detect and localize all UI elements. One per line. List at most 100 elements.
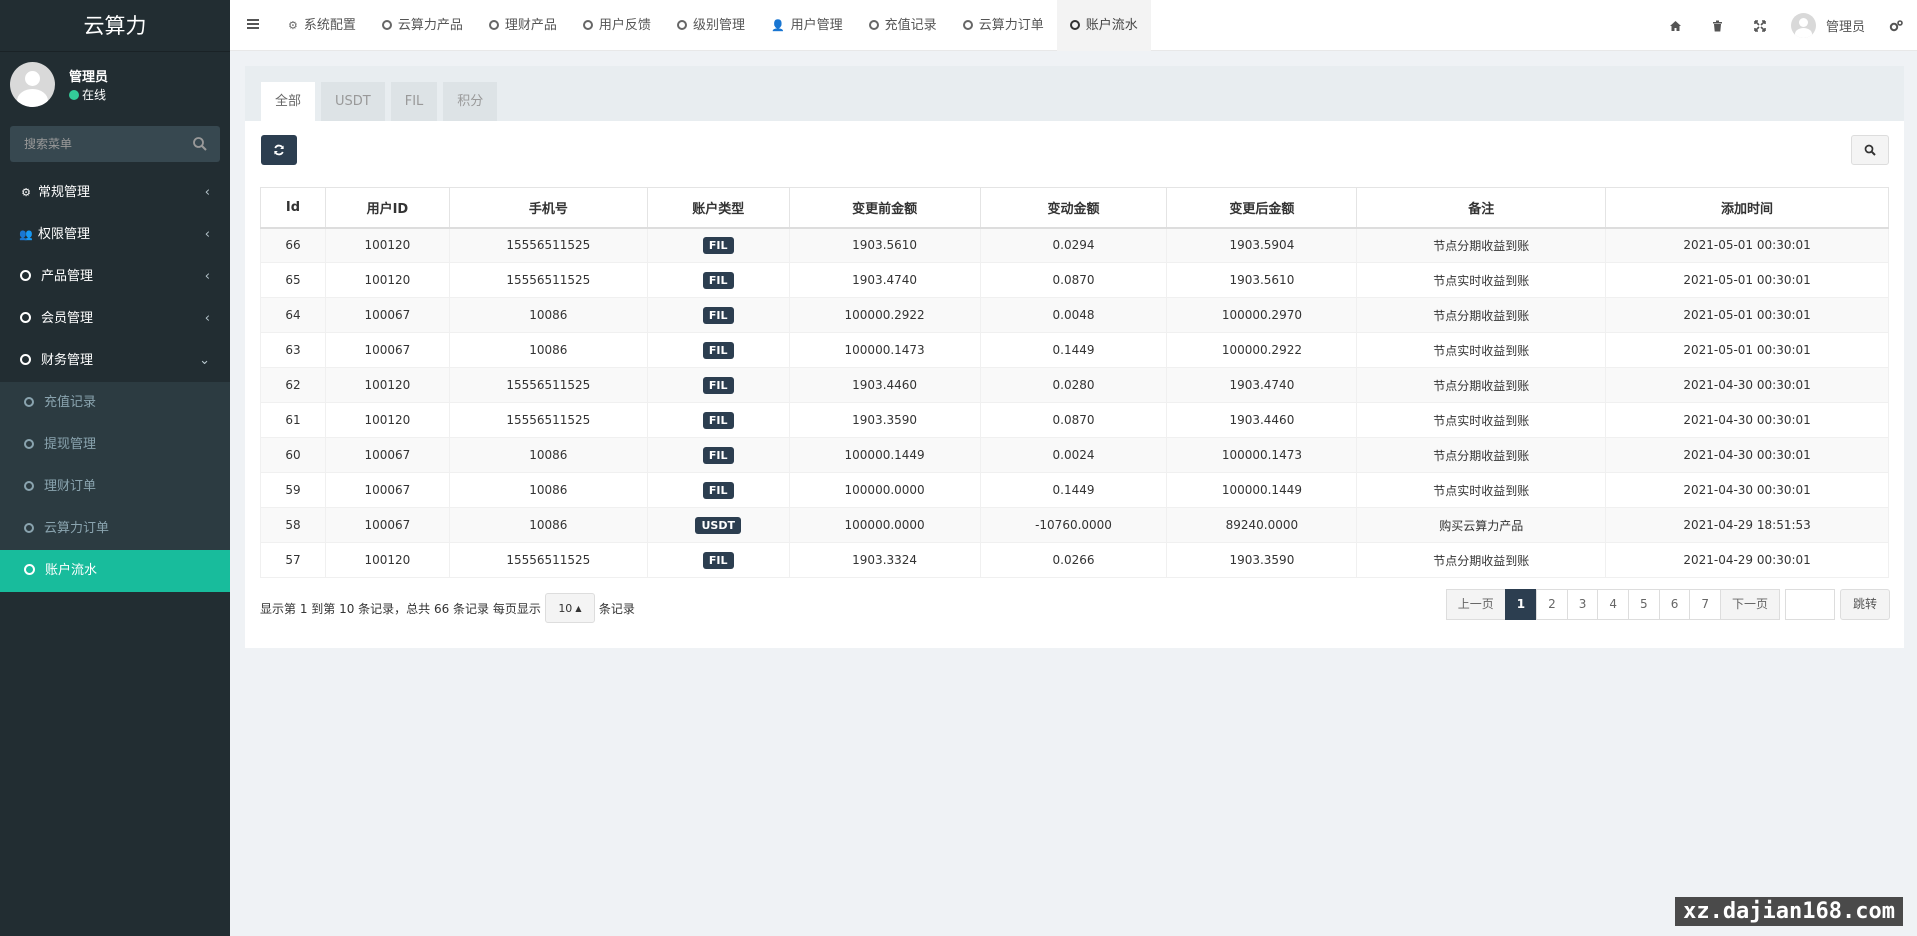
- page-5-button[interactable]: 5: [1628, 589, 1660, 620]
- menu-toggle-icon[interactable]: [246, 17, 260, 31]
- fullscreen-icon[interactable]: [1739, 0, 1781, 51]
- header-user-menu[interactable]: 管理员: [1781, 13, 1875, 38]
- tab-1[interactable]: 云算力产品: [369, 0, 476, 51]
- sidebar-item-6[interactable]: 提现管理: [0, 424, 230, 466]
- table-cell: 100000.1449: [1166, 472, 1358, 508]
- table-cell: 58: [260, 507, 326, 543]
- column-header[interactable]: 备注: [1356, 187, 1607, 229]
- tab-3[interactable]: 用户反馈: [570, 0, 664, 51]
- table-cell: 2021-05-01 00:30:01: [1605, 297, 1889, 333]
- table-cell: 1903.3590: [1166, 542, 1358, 578]
- tab-label: 级别管理: [692, 18, 745, 33]
- tab-5[interactable]: 👤 用户管理: [758, 0, 856, 51]
- column-header[interactable]: 手机号: [448, 187, 648, 229]
- next-page-button[interactable]: 下一页: [1719, 589, 1780, 620]
- tab-6[interactable]: 充值记录: [856, 0, 950, 51]
- sidebar-item-0[interactable]: ⚙ 常规管理 ‹: [0, 172, 230, 214]
- table-cell: 100000.0000: [788, 472, 981, 508]
- column-header[interactable]: 变动金额: [979, 187, 1168, 229]
- page-4-button[interactable]: 4: [1597, 589, 1630, 620]
- page-6-button[interactable]: 6: [1658, 589, 1691, 620]
- header-right: 管理员: [1655, 0, 1917, 51]
- jump-button[interactable]: 跳转: [1839, 589, 1890, 620]
- sidebar-item-1[interactable]: 👥 权限管理 ‹: [0, 214, 230, 256]
- prev-page-button[interactable]: 上一页: [1445, 589, 1506, 620]
- table-row: 57 100120 15556511525 FIL 1903.3324 0.0266 190…: [260, 542, 1889, 578]
- table-cell: 2021-04-29 00:30:01: [1605, 542, 1889, 578]
- refresh-button[interactable]: [261, 135, 297, 165]
- page-2-button[interactable]: 2: [1536, 589, 1568, 620]
- tab-2[interactable]: 理财产品: [476, 0, 570, 51]
- column-header[interactable]: 变更前金额: [788, 187, 981, 229]
- column-header[interactable]: 添加时间: [1605, 187, 1889, 229]
- sidebar-item-label: 理财订单: [44, 479, 97, 494]
- sidebar-item-label: 权限管理: [38, 227, 91, 242]
- panel-tab-3[interactable]: 积分: [443, 82, 498, 121]
- circle-icon: [24, 564, 35, 575]
- account-type-badge: FIL: [702, 306, 734, 324]
- circle-icon: [676, 20, 687, 30]
- column-header[interactable]: Id: [260, 187, 326, 229]
- column-header[interactable]: 账户类型: [646, 187, 790, 229]
- table-cell: 100000.1473: [788, 332, 981, 368]
- page-1-button[interactable]: 1: [1504, 589, 1538, 620]
- page-size-value: 10: [558, 601, 573, 615]
- table-cell: 89240.0000: [1166, 507, 1358, 543]
- search-icon: [1864, 144, 1876, 156]
- account-flow-table: Id 用户ID 手机号 账户类型 变更前金额 变动金额 变更后金额 备注 添加时间 66 1001…: [260, 187, 1889, 578]
- sidebar-item-2[interactable]: 产品管理 ‹: [0, 256, 230, 298]
- table-cell: 100000.2970: [1166, 297, 1358, 333]
- table-cell: 15556511525: [448, 402, 648, 438]
- jump-page-input[interactable]: [1784, 589, 1835, 620]
- table-cell: 15556511525: [448, 367, 648, 403]
- account-type-badge: USDT: [695, 516, 741, 534]
- table-cell: 65: [260, 262, 326, 298]
- sidebar-item-5[interactable]: 充值记录: [0, 382, 230, 424]
- sidebar-item-8[interactable]: 云算力订单: [0, 508, 230, 550]
- table-cell: 100120: [324, 227, 450, 263]
- table-cell: 购买云算力产品: [1356, 507, 1607, 543]
- panel-tab-2[interactable]: FIL: [390, 82, 438, 121]
- table-row: 61 100120 15556511525 FIL 1903.3590 0.0870 190…: [260, 402, 1889, 438]
- table-cell: 节点分期收益到账: [1356, 297, 1607, 333]
- column-header[interactable]: 变更后金额: [1166, 187, 1358, 229]
- home-icon[interactable]: [1655, 0, 1697, 51]
- circle-icon: [24, 439, 34, 449]
- circle-icon: [962, 20, 973, 30]
- column-header[interactable]: 用户ID: [324, 187, 450, 229]
- tab-8[interactable]: 账户流水: [1056, 0, 1151, 51]
- menu-search-input[interactable]: [10, 126, 180, 162]
- page-7-button[interactable]: 7: [1689, 589, 1721, 620]
- table-search-button[interactable]: [1851, 135, 1889, 165]
- table-cell: 66: [260, 227, 326, 263]
- tab-0[interactable]: ⚙ 系统配置: [275, 0, 369, 51]
- tab-4[interactable]: 级别管理: [664, 0, 758, 51]
- page-size-select[interactable]: 10 ▲: [544, 593, 595, 623]
- table-row: 60 100067 10086 FIL 100000.1449 0.0024 100000.…: [260, 437, 1889, 473]
- panel-tab-1[interactable]: USDT: [321, 82, 385, 121]
- sidebar-item-4[interactable]: 财务管理 ⌄: [0, 340, 230, 382]
- table-cell: FIL: [646, 332, 790, 368]
- table-cell: 2021-04-29 18:51:53: [1605, 507, 1889, 543]
- gears-icon[interactable]: [1875, 0, 1917, 51]
- page-3-button[interactable]: 3: [1566, 589, 1599, 620]
- tab-7[interactable]: 云算力订单: [950, 0, 1057, 51]
- circle-icon: [381, 20, 392, 30]
- table-header-row: Id 用户ID 手机号 账户类型 变更前金额 变动金额 变更后金额 备注 添加时间: [260, 187, 1889, 229]
- table-cell: 节点实时收益到账: [1356, 332, 1607, 368]
- sidebar-item-9[interactable]: 账户流水: [0, 550, 230, 592]
- table-row: 59 100067 10086 FIL 100000.0000 0.1449 100000.…: [260, 472, 1889, 508]
- app-logo[interactable]: 云算力: [0, 0, 230, 52]
- sidebar-item-3[interactable]: 会员管理 ‹: [0, 298, 230, 340]
- sidebar-item-label: 会员管理: [41, 311, 94, 326]
- table-cell: 节点实时收益到账: [1356, 402, 1607, 438]
- table-cell: 节点实时收益到账: [1356, 472, 1607, 508]
- tab-label: 云算力订单: [978, 18, 1044, 33]
- trash-icon[interactable]: [1697, 0, 1739, 51]
- table-cell: 1903.5610: [1166, 262, 1358, 298]
- sidebar-item-7[interactable]: 理财订单: [0, 466, 230, 508]
- search-icon[interactable]: [192, 136, 208, 152]
- users-icon: 👥: [19, 228, 33, 241]
- circle-icon: [20, 354, 31, 365]
- panel-tab-0[interactable]: 全部: [261, 82, 316, 121]
